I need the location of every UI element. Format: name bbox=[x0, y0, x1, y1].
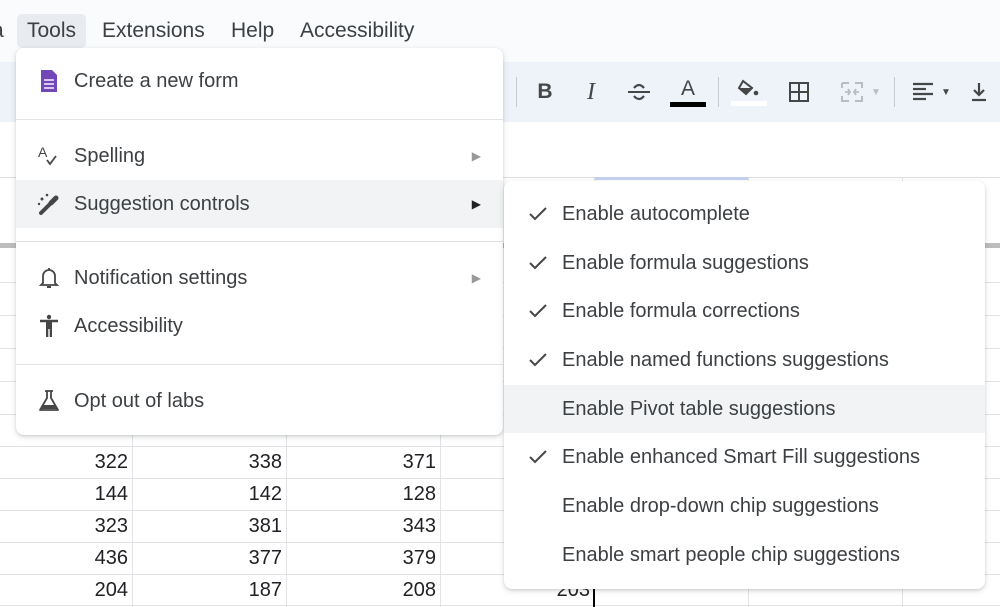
submenu-item-label: Enable autocomplete bbox=[562, 202, 750, 225]
menu-item-label: Suggestion controls bbox=[74, 192, 250, 215]
menu-divider bbox=[16, 119, 503, 120]
fill-color-icon bbox=[737, 79, 759, 95]
cell[interactable]: 379 bbox=[286, 542, 436, 574]
text-color-icon: A bbox=[680, 76, 695, 100]
submenu-item-label: Enable enhanced Smart Fill suggestions bbox=[562, 445, 920, 468]
menu-item-label: Spelling bbox=[74, 144, 146, 167]
toolbar-divider bbox=[516, 77, 517, 107]
merge-cells-icon bbox=[841, 82, 864, 102]
tools-menu: Create a new form A Spelling ▶ Suggestio… bbox=[16, 48, 503, 435]
submenu-item-formula-suggestions[interactable]: Enable formula suggestions bbox=[504, 239, 985, 287]
borders-icon bbox=[789, 82, 809, 102]
cell[interactable]: 144 bbox=[0, 478, 128, 510]
cell[interactable]: 142 bbox=[132, 478, 282, 510]
cell[interactable]: 436 bbox=[0, 542, 128, 574]
cell[interactable]: 323 bbox=[0, 510, 128, 542]
italic-icon: I bbox=[587, 78, 595, 105]
checkmark-icon bbox=[529, 256, 547, 270]
menu-accessibility[interactable]: Accessibility bbox=[290, 14, 424, 48]
menu-item-label: Notification settings bbox=[74, 266, 248, 289]
toolbar-divider bbox=[894, 77, 895, 107]
submenu-item-label: Enable smart people chip suggestions bbox=[562, 543, 900, 566]
cell[interactable]: 204 bbox=[0, 574, 128, 606]
vertical-align-button[interactable] bbox=[966, 72, 992, 112]
bell-icon bbox=[36, 265, 62, 291]
magic-wand-icon bbox=[36, 191, 62, 217]
merge-cells-button[interactable]: ▼ bbox=[832, 72, 888, 112]
fill-color-button[interactable] bbox=[729, 72, 769, 112]
menu-item-suggestion-controls[interactable]: Suggestion controls ▶ bbox=[16, 180, 503, 228]
cell[interactable]: 128 bbox=[286, 478, 436, 510]
toolbar-divider bbox=[718, 77, 719, 107]
menu-item-label: Accessibility bbox=[74, 314, 183, 337]
bold-icon: B bbox=[537, 80, 553, 103]
strikethrough-icon bbox=[628, 83, 650, 101]
cell[interactable]: 208 bbox=[286, 574, 436, 606]
google-forms-icon bbox=[36, 68, 62, 94]
checkmark-icon bbox=[529, 353, 547, 367]
submenu-item-label: Enable named functions suggestions bbox=[562, 348, 889, 371]
checkmark-icon bbox=[529, 207, 547, 221]
bold-button[interactable]: B bbox=[530, 72, 560, 112]
chevron-down-icon: ▼ bbox=[941, 86, 951, 98]
cell[interactable]: 377 bbox=[132, 542, 282, 574]
menu-item-create-form[interactable]: Create a new form bbox=[16, 57, 503, 105]
submenu-item-smart-fill[interactable]: Enable enhanced Smart Fill suggestions bbox=[504, 433, 985, 481]
menu-item-spelling[interactable]: A Spelling ▶ bbox=[16, 132, 503, 180]
menu-item-label: Create a new form bbox=[74, 69, 239, 92]
menu-help[interactable]: Help bbox=[221, 14, 284, 48]
cell[interactable]: 322 bbox=[0, 446, 128, 478]
accessibility-icon bbox=[36, 313, 62, 339]
submenu-item-named-functions[interactable]: Enable named functions suggestions bbox=[504, 336, 985, 384]
submenu-item-label: Enable formula corrections bbox=[562, 299, 800, 322]
menu-extensions[interactable]: Extensions bbox=[92, 14, 215, 48]
submenu-item-pivot-table[interactable]: Enable Pivot table suggestions bbox=[504, 385, 985, 433]
submenu-item-people-chip[interactable]: Enable smart people chip suggestions bbox=[504, 531, 985, 579]
cell[interactable]: 381 bbox=[132, 510, 282, 542]
suggestion-controls-submenu: Enable autocomplete Enable formula sugge… bbox=[504, 181, 985, 589]
submenu-item-autocomplete[interactable]: Enable autocomplete bbox=[504, 190, 985, 238]
strikethrough-button[interactable] bbox=[622, 72, 656, 112]
menu-item-accessibility[interactable]: Accessibility bbox=[16, 302, 503, 350]
checkmark-icon bbox=[529, 304, 547, 318]
spellcheck-icon: A bbox=[36, 143, 62, 169]
align-left-icon bbox=[913, 82, 934, 101]
submenu-arrow-icon: ▶ bbox=[471, 271, 481, 285]
submenu-item-label: Enable formula suggestions bbox=[562, 251, 809, 274]
submenu-item-label: Enable drop-down chip suggestions bbox=[562, 494, 879, 517]
cell[interactable]: 371 bbox=[286, 446, 436, 478]
menu-divider bbox=[16, 364, 503, 365]
checkmark-icon bbox=[529, 450, 547, 464]
cell[interactable]: 187 bbox=[132, 574, 282, 606]
menu-item-notification-settings[interactable]: Notification settings ▶ bbox=[16, 254, 503, 302]
menu-item-opt-out-labs[interactable]: Opt out of labs bbox=[16, 377, 503, 425]
svg-text:A: A bbox=[38, 144, 48, 160]
borders-button[interactable] bbox=[784, 72, 814, 112]
italic-button[interactable]: I bbox=[576, 72, 606, 112]
submenu-item-label: Enable Pivot table suggestions bbox=[562, 397, 836, 420]
cell[interactable]: 338 bbox=[132, 446, 282, 478]
submenu-item-dropdown-chip[interactable]: Enable drop-down chip suggestions bbox=[504, 482, 985, 530]
submenu-arrow-icon: ▶ bbox=[471, 197, 481, 211]
chevron-down-icon: ▼ bbox=[871, 86, 881, 98]
submenu-arrow-icon: ▶ bbox=[471, 149, 481, 163]
text-color-swatch bbox=[670, 101, 706, 107]
horizontal-align-button[interactable]: ▼ bbox=[905, 72, 957, 112]
submenu-item-formula-corrections[interactable]: Enable formula corrections bbox=[504, 287, 985, 335]
cell[interactable]: 343 bbox=[286, 510, 436, 542]
text-color-button[interactable]: A bbox=[669, 72, 707, 112]
selected-column-indicator bbox=[594, 177, 748, 180]
menu-divider bbox=[16, 241, 503, 242]
menu-tools[interactable]: Tools bbox=[17, 14, 87, 48]
align-bottom-icon bbox=[972, 83, 986, 102]
flask-icon bbox=[36, 388, 62, 414]
menu-item-label: Opt out of labs bbox=[74, 389, 205, 412]
fill-color-swatch bbox=[731, 100, 767, 106]
menu-item-partial[interactable]: a bbox=[0, 14, 4, 48]
